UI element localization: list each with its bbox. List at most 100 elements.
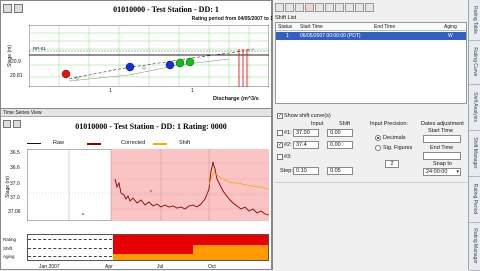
zoom-icon[interactable]	[3, 4, 12, 13]
shift-row-aging: W	[448, 33, 453, 39]
shift-header: Shift	[339, 121, 351, 127]
end-time-spinner[interactable]	[423, 152, 461, 160]
rating-curve-plot[interactable]: RP-01	[29, 25, 269, 87]
help-icon[interactable]	[365, 3, 374, 12]
start-time-spinner[interactable]	[423, 135, 461, 143]
rating-point-green-1[interactable]	[175, 58, 185, 68]
shift-list-header: Status Start Time End Time Aging	[276, 23, 466, 31]
legend-shift: Shift	[179, 140, 191, 146]
precision-label: Input Precision:	[370, 121, 408, 127]
rating-toolbar	[3, 3, 29, 15]
rating-xtick-2: 1	[191, 88, 194, 94]
tab-shift-analysis[interactable]: Shift Analysis	[469, 84, 480, 131]
bar-label-aging: Aging	[3, 254, 15, 259]
shift-manager-panel: Shift List Status Start Time End Time Ag…	[272, 0, 468, 270]
right-tab-strip: Rating Table Rating Curve Shift Analysis…	[468, 0, 480, 271]
col-aging[interactable]: Aging	[444, 24, 457, 30]
sig-figures-radio[interactable]	[375, 145, 381, 151]
tab-rating-manager[interactable]: Rating Manager	[469, 222, 480, 271]
pan-icon[interactable]	[14, 4, 23, 13]
tab-rating-curve[interactable]: Rating Curve	[469, 40, 480, 85]
timeseries-plot[interactable]	[27, 149, 269, 221]
rating-curve-panel: 01010000 - Test Station - DD: 1 Rating p…	[0, 0, 273, 110]
ts-ytick-5: 37.06	[8, 209, 21, 215]
snap-to-value: 24:00:00	[426, 169, 448, 175]
rating-subtitle: Rating period from 04/05/2007 to 1	[191, 16, 273, 22]
open-icon[interactable]	[285, 3, 294, 12]
rating-bar[interactable]	[113, 235, 268, 245]
rating-ytick-bottom: 20.81	[10, 73, 23, 79]
shift-1-input[interactable]: 37.00	[293, 129, 319, 137]
rating-point-blue-1[interactable]	[125, 62, 135, 72]
info-icon[interactable]	[355, 3, 364, 12]
shift-list-table: Status Start Time End Time Aging 1 06/05…	[275, 22, 467, 104]
shift-1-checkbox[interactable]	[277, 130, 283, 136]
rating-xtick-1: 1	[109, 88, 112, 94]
bar-label-shift: Shift	[3, 246, 13, 251]
col-end-time[interactable]: End Time	[374, 24, 395, 30]
show-shift-curves-checkbox[interactable]: ✓	[277, 113, 283, 119]
col-start-time[interactable]: Start Time	[300, 24, 323, 30]
shift-3-checkbox[interactable]	[277, 154, 283, 160]
rating-point-green-2[interactable]	[185, 57, 195, 67]
ts-ytick-3: 37.0	[10, 181, 20, 187]
settings-icon[interactable]	[335, 3, 344, 12]
ts-pan-icon[interactable]	[13, 120, 21, 128]
ts-zoom-icon[interactable]	[3, 120, 11, 128]
shift-toolbar	[273, 0, 469, 13]
undo-icon[interactable]	[315, 3, 324, 12]
save-icon[interactable]	[295, 3, 304, 12]
shift-2-label: #2:	[284, 142, 292, 148]
shift-1-shift[interactable]: 0.00	[327, 129, 353, 137]
decimals-label: Decimals	[383, 135, 406, 141]
timeseries-toolbar	[3, 119, 33, 129]
legend-raw: Raw	[53, 140, 65, 146]
new-icon[interactable]	[275, 3, 284, 12]
shift-2-shift[interactable]: 0.00	[327, 141, 353, 149]
redo-icon[interactable]	[325, 3, 334, 12]
ts-xtick-jan: Jan 2007	[39, 264, 60, 270]
shift-3-label: #3:	[284, 154, 292, 160]
shift-list-title: Shift List	[275, 15, 297, 21]
decimals-radio[interactable]	[375, 135, 381, 141]
shift-bar-orange[interactable]	[193, 245, 268, 254]
rating-marker-label: RP-01	[33, 46, 46, 51]
precision-value[interactable]: 2	[385, 160, 399, 168]
input-header: Input	[311, 121, 324, 127]
shift-row-status: 1	[286, 33, 289, 39]
shift-row-start: 06/05/2007 00:00:00 (PDT)	[300, 33, 361, 39]
status-bars: Rating Shift Aging	[3, 231, 269, 261]
show-shift-curves-label: Show shift curve(s)	[284, 113, 331, 119]
legend-corrected: Corrected	[121, 140, 146, 146]
delete-icon[interactable]	[305, 3, 314, 12]
shift-1-label: #1:	[284, 130, 292, 136]
tab-rating-table[interactable]: Rating Table	[469, 0, 480, 41]
ts-ytick-4: 37.0	[10, 195, 20, 201]
lock-icon[interactable]	[345, 3, 354, 12]
rating-xlabel: Discharge (m^3/s	[213, 96, 259, 102]
timeseries-window-title: Time Series View	[3, 110, 42, 116]
end-time-label: End Time	[430, 145, 454, 151]
rating-point-blue-2[interactable]	[165, 60, 175, 70]
rating-point-red[interactable]	[61, 69, 71, 79]
aging-bar[interactable]	[113, 254, 268, 260]
tab-shift-manager[interactable]: Shift Manager	[469, 130, 480, 177]
shift-2-checkbox[interactable]: ✓	[277, 142, 283, 148]
col-status[interactable]: Status	[278, 24, 292, 30]
timeseries-title: 01010000 - Test Station - DD: 1 Rating: …	[75, 122, 227, 131]
ts-xtick-oct: Oct	[208, 264, 216, 270]
shift-2-input[interactable]: 37.4	[293, 141, 319, 149]
step-label: Step:	[280, 168, 293, 174]
snap-to-select[interactable]: 24:00:00 ▾	[423, 168, 461, 176]
start-time-label: Start Time	[428, 128, 454, 134]
step-input[interactable]: 0.10	[293, 167, 319, 175]
chevron-down-icon: ▾	[456, 169, 459, 175]
snap-to-label: Snap to	[433, 161, 452, 167]
ts-xtick-apr: Apr	[105, 264, 113, 270]
ts-ytick-1: 36.5	[10, 150, 20, 156]
tab-rating-period[interactable]: Rating Period	[469, 176, 480, 223]
shift-bar-red[interactable]	[113, 245, 193, 254]
step-shift[interactable]: 0.05	[327, 167, 353, 175]
timeseries-titlebar[interactable]: Time Series View	[1, 109, 271, 117]
shift-row[interactable]: 1 06/05/2007 00:00:00 (PDT) W	[276, 32, 466, 40]
